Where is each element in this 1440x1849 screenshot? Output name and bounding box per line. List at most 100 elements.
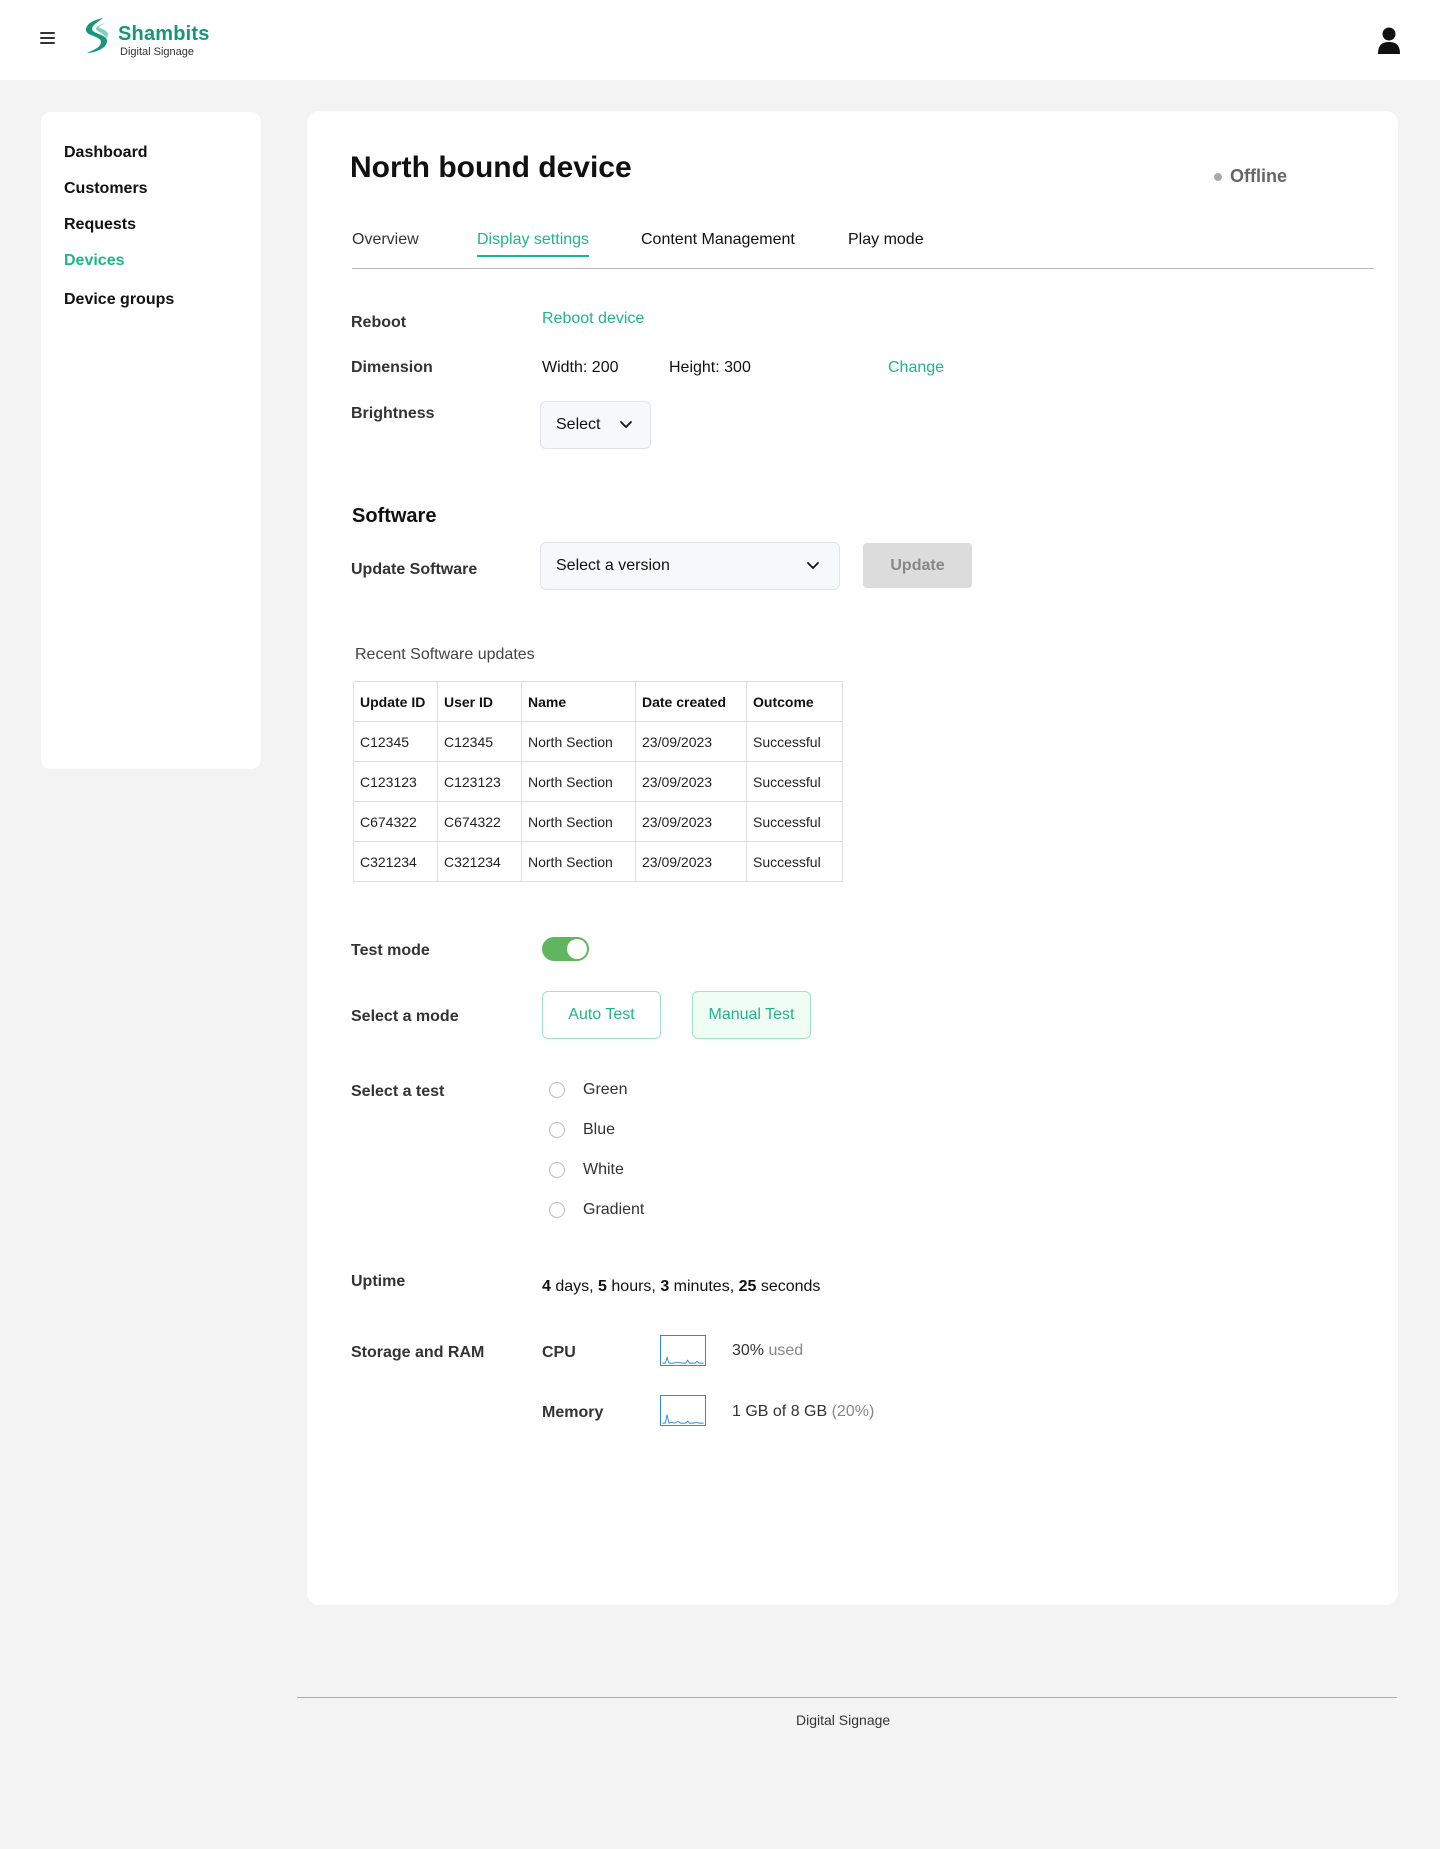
- table-cell: C674322: [353, 801, 438, 842]
- table-cell: North Section: [521, 761, 636, 802]
- select-mode-label: Select a mode: [351, 1008, 459, 1025]
- table-cell: Successful: [746, 721, 843, 762]
- brightness-select-value: Select: [556, 416, 601, 433]
- uptime-value: 4 days, 5 hours, 3 minutes, 25 seconds: [542, 1278, 821, 1295]
- change-dimension-link[interactable]: Change: [888, 359, 944, 377]
- footer-text: Digital Signage: [796, 1712, 891, 1728]
- column-header: Name: [521, 681, 636, 722]
- table-cell: C321234: [353, 841, 438, 882]
- status-dot-icon: [1214, 172, 1222, 181]
- tab-content-management[interactable]: Content Management: [641, 231, 795, 255]
- column-header: Update ID: [353, 681, 438, 722]
- software-section-title: Software: [352, 505, 437, 527]
- table-cell: 23/09/2023: [635, 761, 747, 802]
- radio-button[interactable]: [549, 1122, 565, 1138]
- test-option-white[interactable]: White: [549, 1161, 624, 1179]
- test-option-label: Green: [583, 1081, 628, 1098]
- reboot-label: Reboot: [351, 314, 407, 331]
- brand-subtitle: Digital Signage: [120, 46, 194, 58]
- table-header-row: Update ID User ID Name Date created Outc…: [353, 681, 843, 722]
- tab-play-mode[interactable]: Play mode: [848, 231, 924, 255]
- radio-button[interactable]: [549, 1162, 565, 1178]
- brightness-select[interactable]: Select: [540, 401, 651, 449]
- column-header: Date created: [635, 681, 747, 722]
- memory-label: Memory: [542, 1404, 604, 1421]
- table-row: C674322 C674322 North Section 23/09/2023…: [353, 801, 843, 842]
- table-cell: 23/09/2023: [635, 801, 747, 842]
- table-cell: C12345: [437, 721, 522, 762]
- memory-sparkline: [660, 1395, 706, 1426]
- chevron-down-icon: [807, 562, 819, 570]
- cpu-label: CPU: [542, 1344, 576, 1361]
- main-panel: North bound device Offline Overview Disp…: [307, 111, 1398, 1605]
- table-cell: North Section: [521, 841, 636, 882]
- table-cell: North Section: [521, 801, 636, 842]
- software-updates-table: Update ID User ID Name Date created Outc…: [353, 681, 843, 882]
- table-cell: 23/09/2023: [635, 841, 747, 882]
- tab-display-settings[interactable]: Display settings: [477, 231, 590, 257]
- uptime-label: Uptime: [351, 1273, 406, 1290]
- shambits-logo: [86, 18, 108, 53]
- test-mode-label: Test mode: [351, 942, 430, 959]
- dimension-height: Height: 300: [669, 359, 751, 376]
- cpu-value: 30% used: [732, 1342, 804, 1359]
- table-cell: C123123: [353, 761, 438, 802]
- sidebar: Dashboard Customers Requests Devices Dev…: [41, 112, 261, 769]
- table-row: C12345 C12345 North Section 23/09/2023 S…: [353, 721, 843, 762]
- update-button[interactable]: Update: [863, 543, 972, 588]
- top-bar: Shambits Digital Signage: [0, 0, 1440, 80]
- table-cell: C123123: [437, 761, 522, 802]
- menu-icon[interactable]: [40, 32, 55, 44]
- table-caption: Recent Software updates: [355, 646, 535, 663]
- user-account-icon[interactable]: [1377, 26, 1401, 54]
- test-option-green[interactable]: Green: [549, 1081, 627, 1099]
- test-option-blue[interactable]: Blue: [549, 1121, 615, 1139]
- tab-bar: Overview Display settings Content Manage…: [352, 231, 1374, 269]
- brand-name: Shambits: [118, 23, 210, 45]
- manual-test-button[interactable]: Manual Test: [692, 991, 811, 1039]
- table-row: C123123 C123123 North Section 23/09/2023…: [353, 761, 843, 802]
- test-option-gradient[interactable]: Gradient: [549, 1201, 644, 1219]
- table-row: C321234 C321234 North Section 23/09/2023…: [353, 841, 843, 882]
- storage-ram-label: Storage and RAM: [351, 1344, 485, 1361]
- table-cell: C674322: [437, 801, 522, 842]
- table-cell: Successful: [746, 801, 843, 842]
- tab-overview[interactable]: Overview: [352, 231, 419, 255]
- sidebar-item-dashboard[interactable]: Dashboard: [64, 144, 148, 162]
- brightness-label: Brightness: [351, 405, 435, 422]
- dimension-label: Dimension: [351, 359, 433, 376]
- version-select-value: Select a version: [556, 557, 670, 574]
- reboot-device-link[interactable]: Reboot device: [542, 310, 644, 328]
- sidebar-item-devices[interactable]: Devices: [64, 252, 125, 270]
- auto-test-button[interactable]: Auto Test: [542, 991, 661, 1039]
- sidebar-item-requests[interactable]: Requests: [64, 216, 136, 234]
- table-cell: Successful: [746, 761, 843, 802]
- update-software-label: Update Software: [351, 561, 478, 578]
- table-cell: 23/09/2023: [635, 721, 747, 762]
- test-mode-toggle[interactable]: [542, 937, 589, 961]
- radio-button[interactable]: [549, 1082, 565, 1098]
- page-title: North bound device: [350, 151, 632, 184]
- select-test-label: Select a test: [351, 1083, 445, 1100]
- sidebar-item-customers[interactable]: Customers: [64, 180, 148, 198]
- sidebar-item-device-groups[interactable]: Device groups: [64, 291, 174, 309]
- test-option-label: Gradient: [583, 1201, 645, 1218]
- toggle-knob: [567, 939, 587, 959]
- test-option-label: Blue: [583, 1121, 616, 1138]
- dimension-width: Width: 200: [542, 359, 619, 376]
- chevron-down-icon: [620, 421, 632, 429]
- table-cell: North Section: [521, 721, 636, 762]
- memory-value: 1 GB of 8 GB (20%): [732, 1403, 875, 1420]
- table-cell: C12345: [353, 721, 438, 762]
- version-select[interactable]: Select a version: [540, 542, 840, 590]
- table-cell: C321234: [437, 841, 522, 882]
- status-badge: Offline: [1214, 166, 1287, 187]
- column-header: User ID: [437, 681, 522, 722]
- cpu-sparkline: [660, 1335, 706, 1366]
- table-cell: Successful: [746, 841, 843, 882]
- status-text: Offline: [1230, 166, 1287, 186]
- radio-button[interactable]: [549, 1202, 565, 1218]
- column-header: Outcome: [746, 681, 843, 722]
- test-option-label: White: [583, 1161, 624, 1178]
- footer-divider: [297, 1697, 1397, 1698]
